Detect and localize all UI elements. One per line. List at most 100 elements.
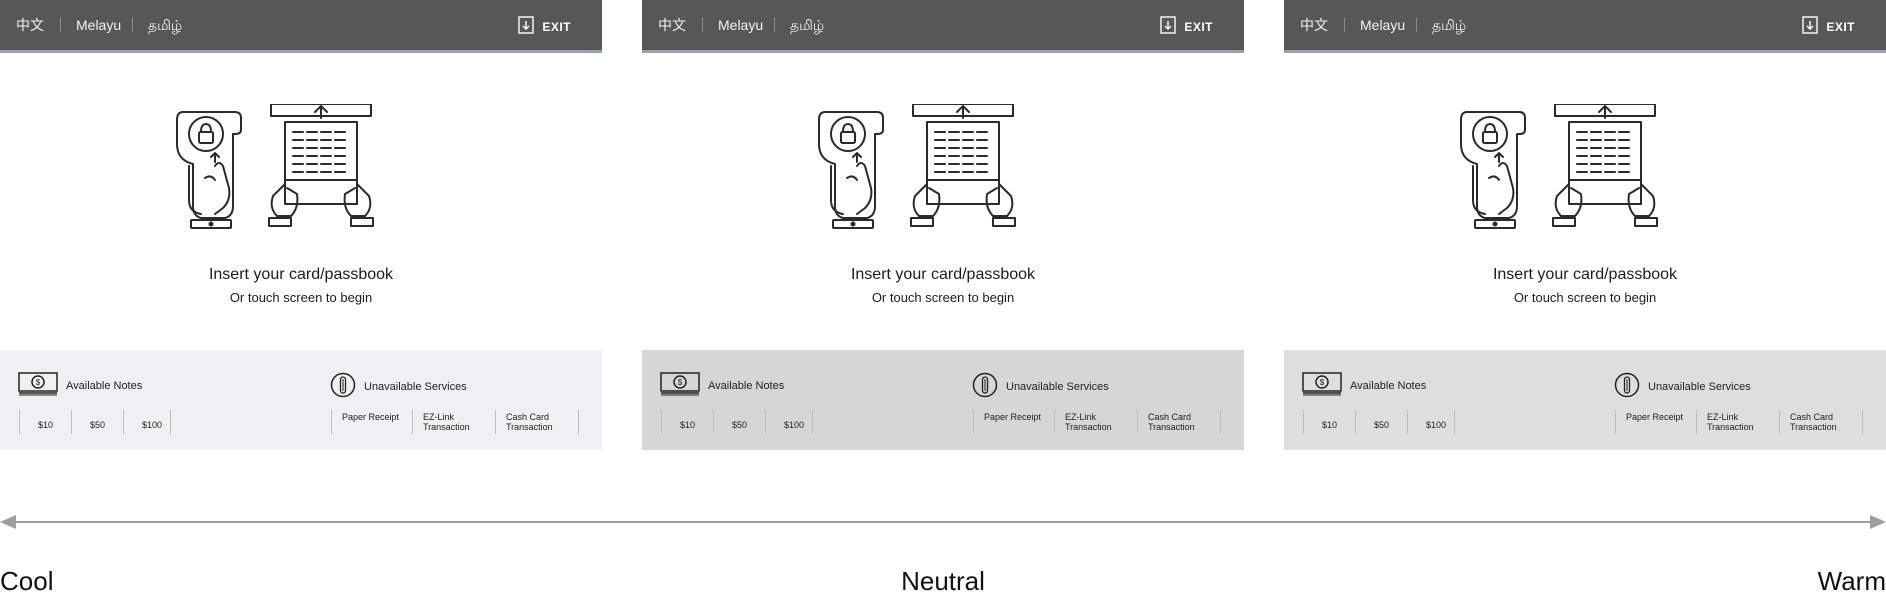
- service-divider: [495, 410, 496, 434]
- top-bar: 中文 Melayu தமிழ் EXIT: [642, 0, 1244, 53]
- language-tamil-button[interactable]: தமிழ்: [148, 15, 182, 35]
- exit-label: EXIT: [1184, 20, 1213, 34]
- service-cash-card-transaction: Cash Card Transaction: [1148, 412, 1195, 432]
- unavailable-service-icon: [972, 372, 998, 401]
- note-divider: [812, 410, 813, 434]
- service-divider: [1220, 410, 1221, 434]
- language-divider: [1344, 18, 1345, 32]
- service-cash-card-transaction: Cash Card Transaction: [506, 412, 553, 432]
- note-divider: [71, 410, 72, 434]
- cool-to-warm-axis: [0, 515, 1886, 529]
- svg-text:$: $: [678, 378, 683, 387]
- note-50: $50: [1374, 420, 1390, 430]
- note-100: $100: [142, 420, 163, 430]
- atm-screen-cool[interactable]: 中文 Melayu தமிழ் EXIT Insert your card/pass…: [0, 0, 602, 450]
- note-50: $50: [732, 420, 748, 430]
- atm-screen-neutral[interactable]: 中文 Melayu தமிழ் EXIT Insert your card/pass…: [642, 0, 1244, 450]
- language-divider: [132, 18, 133, 32]
- unavailable-services-header: Unavailable Services: [972, 372, 1109, 401]
- service-divider: [1862, 410, 1863, 434]
- insert-card-passbook-illustration: [175, 103, 425, 244]
- note-10: $10: [1322, 420, 1338, 430]
- available-notes-title: Available Notes: [708, 379, 785, 392]
- note-10: $10: [680, 420, 696, 430]
- note-divider: [1355, 410, 1356, 434]
- note-divider: [765, 410, 766, 434]
- language-divider: [60, 18, 61, 32]
- service-divider: [1615, 410, 1616, 434]
- touch-screen-prompt: Or touch screen to begin: [229, 290, 373, 305]
- note-divider: [1454, 410, 1455, 434]
- language-divider: [774, 18, 775, 32]
- service-divider: [1137, 410, 1138, 434]
- note-divider: [1303, 410, 1304, 434]
- service-divider: [412, 410, 413, 434]
- exit-label: EXIT: [1826, 20, 1855, 34]
- language-malay-button[interactable]: Melayu: [76, 15, 121, 35]
- service-paper-receipt: Paper Receipt: [342, 412, 400, 422]
- language-chinese-button[interactable]: 中文: [16, 15, 44, 35]
- touch-screen-prompt: Or touch screen to begin: [1513, 290, 1657, 305]
- atm-screen-warm[interactable]: 中文 Melayu தமிழ் EXIT Insert your card/pass…: [1284, 0, 1886, 450]
- svg-text:$: $: [36, 378, 41, 387]
- available-notes-title: Available Notes: [1350, 379, 1427, 392]
- svg-text:$: $: [1320, 378, 1325, 387]
- unavailable-services-header: Unavailable Services: [1614, 372, 1751, 401]
- service-divider: [1779, 410, 1780, 434]
- exit-icon: [1160, 15, 1177, 39]
- note-50: $50: [90, 420, 106, 430]
- axis-right-arrow-icon: [1870, 515, 1886, 529]
- available-notes-header: $ Available Notes: [18, 372, 142, 399]
- axis-left-arrow-icon: [0, 515, 16, 529]
- unavailable-service-icon: [1614, 372, 1640, 401]
- note-divider: [123, 410, 124, 434]
- unavailable-service-icon: [330, 372, 356, 401]
- note-divider: [170, 410, 171, 434]
- service-divider: [578, 410, 579, 434]
- language-tamil-button[interactable]: தமிழ்: [1432, 15, 1466, 35]
- language-chinese-button[interactable]: 中文: [658, 15, 686, 35]
- available-notes-header: $ Available Notes: [1302, 372, 1426, 399]
- service-paper-receipt: Paper Receipt: [984, 412, 1042, 422]
- service-divider: [1696, 410, 1697, 434]
- language-divider: [1416, 18, 1417, 32]
- language-tamil-button[interactable]: தமிழ்: [790, 15, 824, 35]
- exit-button[interactable]: EXIT: [518, 15, 571, 39]
- exit-button[interactable]: EXIT: [1160, 15, 1213, 39]
- insert-card-prompt: Insert your card/passbook: [850, 266, 1036, 283]
- insert-card-prompt: Insert your card/passbook: [1492, 266, 1678, 283]
- service-divider: [331, 410, 332, 434]
- note-divider: [19, 410, 20, 434]
- unavailable-services-title: Unavailable Services: [364, 380, 467, 393]
- unavailable-services-title: Unavailable Services: [1006, 380, 1109, 393]
- note-divider: [1407, 410, 1408, 434]
- service-ez-link-transaction: EZ-Link Transaction: [1065, 412, 1112, 432]
- note-divider: [713, 410, 714, 434]
- available-notes-header: $ Available Notes: [660, 372, 784, 399]
- note-100: $100: [784, 420, 805, 430]
- language-malay-button[interactable]: Melayu: [718, 15, 763, 35]
- insert-card-passbook-illustration: [1459, 103, 1709, 244]
- banknote-icon: $: [660, 372, 700, 399]
- top-bar: 中文 Melayu தமிழ் EXIT: [1284, 0, 1886, 53]
- service-status-panel: $ Available Notes $10 $50 $100 Unavailab…: [0, 350, 602, 450]
- exit-button[interactable]: EXIT: [1802, 15, 1855, 38]
- note-divider: [661, 410, 662, 434]
- insert-card-passbook-illustration: [817, 103, 1067, 244]
- insert-card-prompt: Insert your card/passbook: [208, 266, 394, 283]
- available-notes-title: Available Notes: [66, 379, 143, 392]
- top-bar: 中文 Melayu தமிழ் EXIT: [0, 0, 602, 53]
- touch-screen-prompt: Or touch screen to begin: [871, 290, 1015, 305]
- language-malay-button[interactable]: Melayu: [1360, 15, 1405, 35]
- note-10: $10: [38, 420, 54, 430]
- language-divider: [702, 18, 703, 32]
- service-divider: [973, 410, 974, 434]
- language-chinese-button[interactable]: 中文: [1300, 15, 1328, 35]
- note-100: $100: [1426, 420, 1447, 430]
- exit-label: EXIT: [542, 20, 571, 34]
- unavailable-services-header: Unavailable Services: [330, 372, 467, 401]
- service-cash-card-transaction: Cash Card Transaction: [1790, 412, 1837, 432]
- banknote-icon: $: [1302, 372, 1342, 399]
- banknote-icon: $: [18, 372, 58, 399]
- exit-icon: [518, 15, 535, 39]
